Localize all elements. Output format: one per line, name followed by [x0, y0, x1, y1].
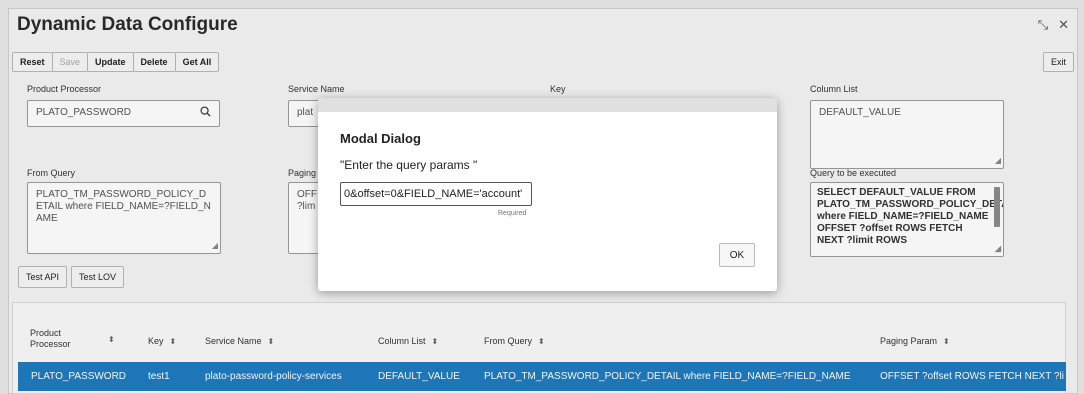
modal-title: Modal Dialog	[340, 131, 421, 146]
modal-dialog: Modal Dialog "Enter the query params " 0…	[318, 98, 777, 291]
ok-button[interactable]: OK	[719, 243, 755, 267]
modal-header[interactable]	[318, 98, 777, 112]
modal-prompt: "Enter the query params "	[340, 158, 478, 172]
query-params-input[interactable]: 0&offset=0&FIELD_NAME='account'	[340, 182, 532, 206]
required-hint: Required	[498, 210, 527, 217]
